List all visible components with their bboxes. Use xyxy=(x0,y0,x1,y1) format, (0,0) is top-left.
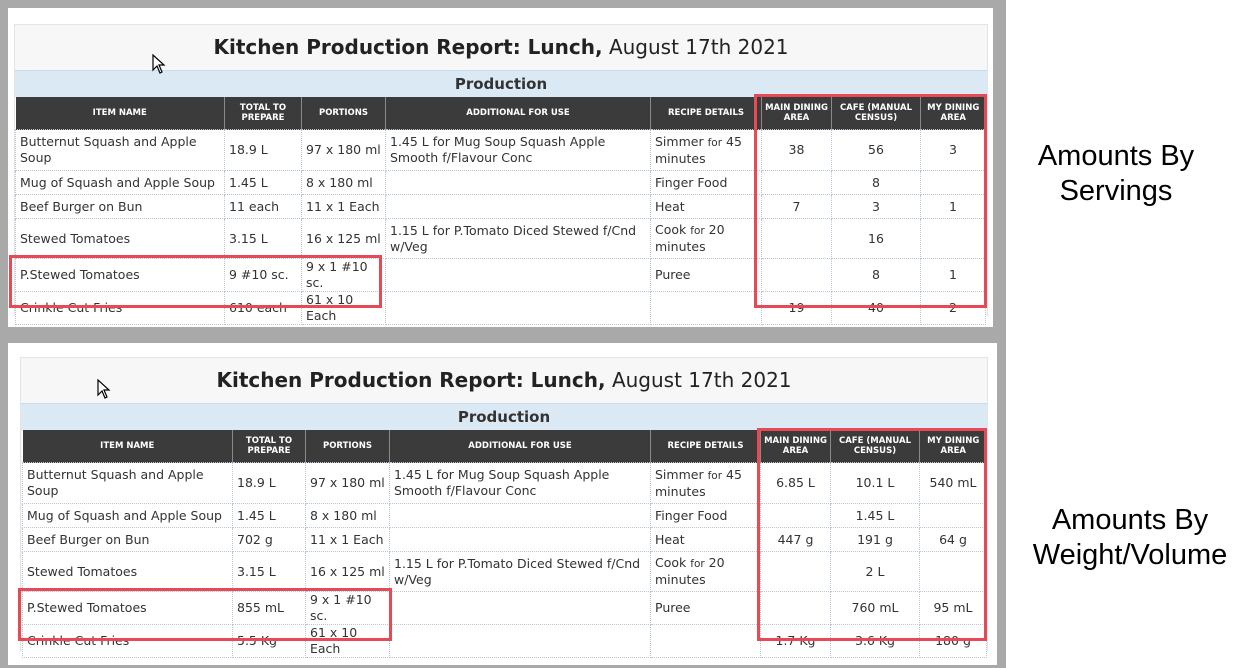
col-total-to-prepare[interactable]: TOTAL TO PREPARE xyxy=(224,97,302,130)
highlight-box-weight-right xyxy=(757,428,987,641)
recipe-method: Simmer xyxy=(655,133,704,149)
report-title: Kitchen Production Report: Lunch, August… xyxy=(21,368,987,392)
report-title-bold: Kitchen Production Report: Lunch, xyxy=(213,35,603,59)
cell-portions: 97 x 180 ml xyxy=(305,462,390,504)
recipe-method: Cook xyxy=(655,222,687,237)
recipe-method: Puree xyxy=(655,267,691,282)
cell-recipe-details: Puree xyxy=(650,258,762,292)
col-recipe-details[interactable]: RECIPE DETAILS xyxy=(650,430,761,463)
report-date: August 17th 2021 xyxy=(611,368,792,392)
cell-additional-for-use xyxy=(385,258,651,292)
cell-item-name: Butternut Squash and Apple Soup xyxy=(15,129,225,171)
cell-additional-for-use: 1.45 L for Mug Soup Squash Apple Smooth … xyxy=(389,462,651,504)
cell-recipe-details: Cook for 20 minutes xyxy=(650,218,762,259)
highlight-box-servings-right xyxy=(754,94,987,308)
cell-recipe-details: Heat xyxy=(650,527,761,552)
recipe-for: for xyxy=(707,469,723,482)
cell-additional-for-use xyxy=(385,170,651,195)
recipe-method: Simmer xyxy=(655,466,704,482)
cell-additional-for-use: 1.45 L for Mug Soup Squash Apple Smooth … xyxy=(385,129,651,171)
cell-additional-for-use xyxy=(385,194,651,219)
label-amounts-by-servings: Amounts By Servings xyxy=(1037,140,1195,207)
cell-item-name: Beef Burger on Bun xyxy=(15,194,225,219)
cell-portions: 11 x 1 Each xyxy=(301,194,386,219)
report-title-bold: Kitchen Production Report: Lunch, xyxy=(216,368,606,392)
cell-recipe-details xyxy=(650,291,762,325)
cell-total-to-prepare: 1.45 L xyxy=(224,170,302,195)
cell-item-name: Stewed Tomatoes xyxy=(22,551,233,592)
col-total-to-prepare[interactable]: TOTAL TO PREPARE xyxy=(232,430,306,463)
cell-item-name: Stewed Tomatoes xyxy=(15,218,225,259)
cell-item-name: Butternut Squash and Apple Soup xyxy=(22,462,233,504)
recipe-method: Cook xyxy=(655,555,687,570)
cell-recipe-details: Finger Food xyxy=(650,503,761,528)
cell-total-to-prepare: 3.15 L xyxy=(232,551,306,592)
cell-total-to-prepare: 18.9 L xyxy=(232,462,306,504)
cell-total-to-prepare: 702 g xyxy=(232,527,306,552)
cell-item-name: Mug of Squash and Apple Soup xyxy=(15,170,225,195)
mouse-cursor-icon xyxy=(152,54,166,74)
cell-total-to-prepare: 11 each xyxy=(224,194,302,219)
col-portions[interactable]: PORTIONS xyxy=(301,97,386,130)
cell-recipe-details: Cook for 20 minutes xyxy=(650,551,761,592)
cell-item-name: Mug of Squash and Apple Soup xyxy=(22,503,233,528)
cell-recipe-details: Simmer for 45 minutes xyxy=(650,129,762,171)
cell-recipe-details xyxy=(650,624,761,658)
cell-portions: 97 x 180 ml xyxy=(301,129,386,171)
recipe-for: for xyxy=(690,558,705,570)
recipe-method: Heat xyxy=(655,198,685,214)
col-item-name[interactable]: ITEM NAME xyxy=(22,430,233,463)
cell-portions: 16 x 125 ml xyxy=(305,551,390,592)
cell-additional-for-use xyxy=(385,291,651,325)
col-recipe-details[interactable]: RECIPE DETAILS xyxy=(650,97,762,130)
cell-recipe-details: Finger Food xyxy=(650,170,762,195)
highlight-box-weight-left xyxy=(18,588,392,641)
cell-additional-for-use xyxy=(389,503,651,528)
recipe-method: Finger Food xyxy=(655,507,728,523)
cell-portions: 11 x 1 Each xyxy=(305,527,390,552)
cell-recipe-details: Simmer for 45 minutes xyxy=(650,462,761,504)
col-item-name[interactable]: ITEM NAME xyxy=(15,97,225,130)
cell-additional-for-use: 1.15 L for P.Tomato Diced Stewed f/Cnd w… xyxy=(389,551,651,592)
cell-recipe-details: Heat xyxy=(650,194,762,219)
cell-recipe-details: Puree xyxy=(650,591,761,625)
highlight-box-servings-left xyxy=(9,255,382,308)
recipe-for: for xyxy=(690,225,705,237)
cell-portions: 8 x 180 ml xyxy=(305,503,390,528)
report-date: August 17th 2021 xyxy=(608,35,789,59)
recipe-for: for xyxy=(707,136,723,149)
recipe-method: Finger Food xyxy=(655,174,728,190)
col-additional-for-use[interactable]: ADDITIONAL FOR USE xyxy=(389,430,651,463)
col-portions[interactable]: PORTIONS xyxy=(305,430,390,463)
cell-item-name: Beef Burger on Bun xyxy=(22,527,233,552)
cell-portions: 16 x 125 ml xyxy=(301,218,386,259)
col-additional-for-use[interactable]: ADDITIONAL FOR USE xyxy=(385,97,651,130)
recipe-method: Heat xyxy=(655,531,685,547)
cell-additional-for-use xyxy=(389,527,651,552)
cell-additional-for-use xyxy=(389,591,651,625)
mouse-cursor-icon xyxy=(97,379,111,399)
label-amounts-by-weight-volume: Amounts By Weight/Volume xyxy=(1032,504,1228,571)
cell-portions: 8 x 180 ml xyxy=(301,170,386,195)
cell-additional-for-use: 1.15 L for P.Tomato Diced Stewed f/Cnd w… xyxy=(385,218,651,259)
cell-total-to-prepare: 3.15 L xyxy=(224,218,302,259)
recipe-method: Puree xyxy=(655,600,691,615)
section-header-production: Production xyxy=(21,403,987,431)
cell-total-to-prepare: 18.9 L xyxy=(224,129,302,171)
cell-additional-for-use xyxy=(389,624,651,658)
cell-total-to-prepare: 1.45 L xyxy=(232,503,306,528)
